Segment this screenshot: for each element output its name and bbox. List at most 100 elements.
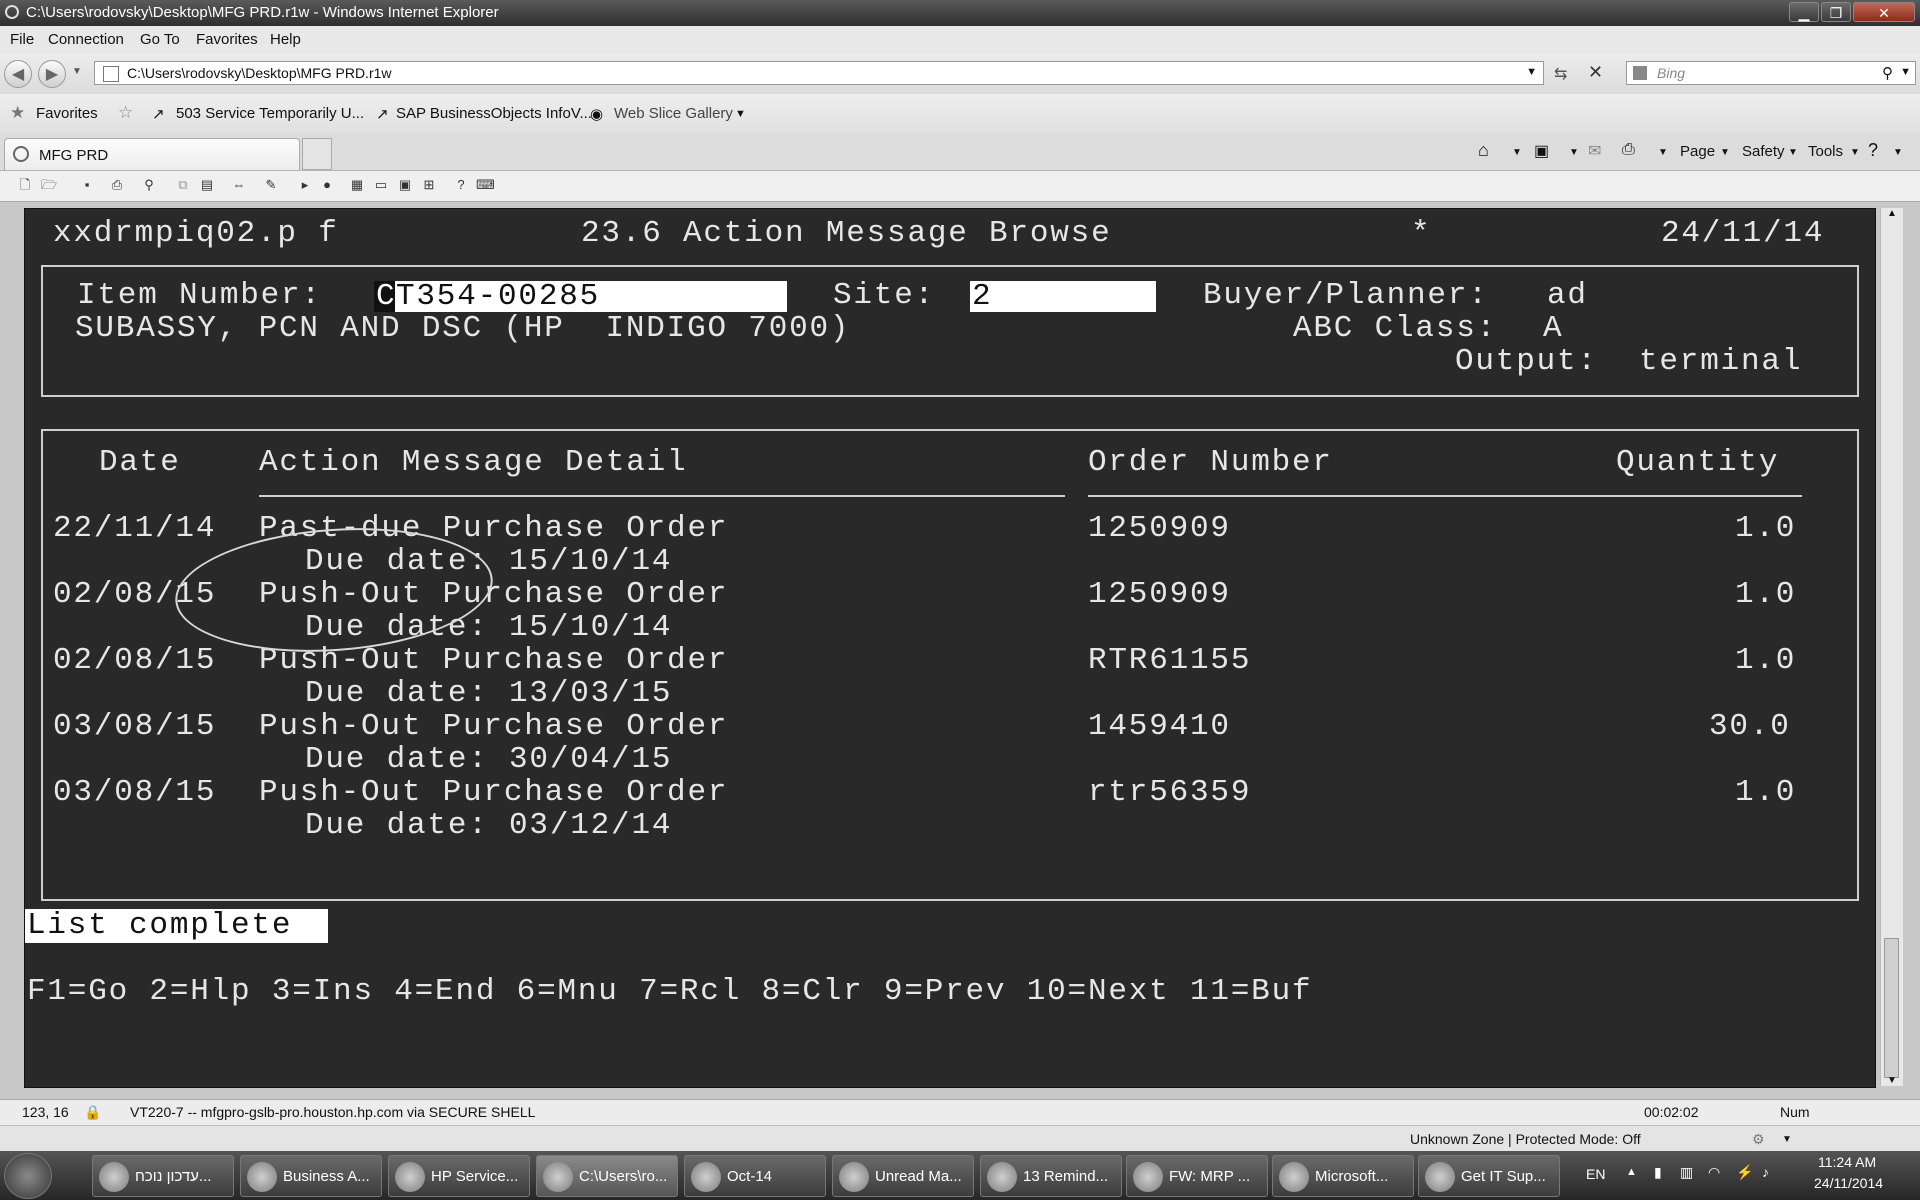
safety-menu[interactable]: Safety [1742, 143, 1785, 160]
address-bar[interactable]: C:\Users\rodovsky\Desktop\MFG PRD.r1w ▼ [94, 61, 1544, 85]
clock-date[interactable]: 24/11/2014 [1814, 1175, 1883, 1191]
minimize-button[interactable]: ▁ [1789, 2, 1819, 22]
row-order-number: RTR61155 [1088, 643, 1252, 678]
find-icon[interactable]: ⚲ [140, 177, 158, 193]
zoom-icon[interactable]: ⚙ [1752, 1131, 1765, 1148]
taskbar-item[interactable]: Business A... [240, 1155, 382, 1197]
taskbar-item[interactable]: Microsoft... [1272, 1155, 1414, 1197]
menu-help[interactable]: Help [270, 31, 301, 48]
scroll-up-icon[interactable]: ▲ [1887, 208, 1897, 219]
taskbar-item-active[interactable]: C:\Users\ro... [536, 1155, 678, 1197]
network-icon[interactable]: ▥ [1680, 1164, 1693, 1181]
volume-icon[interactable]: ♪ [1762, 1164, 1769, 1180]
back-button[interactable]: ◀ [4, 60, 32, 88]
record-icon[interactable]: ● [318, 177, 336, 193]
menu-file[interactable]: File [10, 31, 34, 48]
tab-title: MFG PRD [39, 147, 109, 164]
session-timer: 00:02:02 [1644, 1104, 1699, 1120]
chevron-down-icon[interactable]: ▼ [1658, 147, 1668, 158]
chevron-down-icon[interactable]: ▼ [735, 108, 746, 120]
refresh-icon[interactable]: ⇆ [1554, 64, 1567, 84]
paste-icon[interactable]: ▤ [198, 177, 216, 193]
keyboard-icon[interactable]: ⌨ [476, 177, 495, 193]
add-favorite-icon[interactable]: ☆ [118, 103, 133, 123]
wifi-icon[interactable]: ◠ [1708, 1164, 1720, 1181]
maximize-button[interactable]: ❐ [1821, 2, 1851, 22]
item-number-input[interactable]: C T354-00285 [374, 280, 787, 313]
row-date: 02/08/15 [53, 643, 217, 678]
close-button[interactable]: ✕ [1853, 2, 1915, 22]
new-tab-button[interactable] [302, 138, 332, 170]
open-file-icon[interactable]: 🗁 [40, 177, 58, 193]
search-icon[interactable]: ⚲ [1882, 64, 1893, 82]
help-icon[interactable]: ? [1868, 140, 1878, 161]
scroll-down-icon[interactable]: ▼ [1887, 1075, 1897, 1086]
edit-icon[interactable]: ✎ [262, 177, 280, 193]
taskbar-item[interactable]: עדכון נוכח... [92, 1155, 234, 1197]
taskbar-item[interactable]: Unread Ma... [832, 1155, 974, 1197]
mail-icon[interactable]: ✉ [1588, 141, 1601, 161]
home-icon[interactable]: ⌂ [1478, 140, 1489, 161]
battery-icon[interactable]: ▮ [1654, 1164, 1662, 1181]
play-icon[interactable]: ▸ [296, 177, 314, 193]
history-dropdown-icon[interactable]: ▼ [72, 66, 82, 77]
tab-mfg-prd[interactable]: MFG PRD [4, 138, 300, 170]
clock-time[interactable]: 11:24 AM [1818, 1154, 1876, 1170]
search-dropdown-icon[interactable]: ▼ [1900, 66, 1911, 78]
taskbar-item[interactable]: 13 Remind... [980, 1155, 1122, 1197]
forward-button[interactable]: ▶ [38, 60, 66, 88]
favorite-503-service[interactable]: 503 Service Temporarily U... [176, 105, 364, 122]
bing-icon [1633, 66, 1647, 80]
reminder-icon [987, 1162, 1017, 1192]
favorite-link-icon: ↗ [152, 106, 165, 123]
menu-favorites[interactable]: Favorites [196, 31, 258, 48]
menu-go-to[interactable]: Go To [140, 31, 180, 48]
chevron-down-icon[interactable]: ▼ [1512, 147, 1522, 158]
print-icon[interactable]: ⎙ [108, 177, 126, 193]
site-label: Site: [833, 278, 936, 313]
vertical-scrollbar[interactable]: ▲ ▼ [1880, 208, 1903, 1086]
ie-icon [395, 1162, 425, 1192]
page-icon [103, 66, 119, 82]
terminal-screen[interactable]: xxdrmpiq02.p f 23.6 Action Message Brows… [24, 208, 1876, 1088]
chevron-down-icon[interactable]: ▼ [1893, 147, 1903, 158]
copy-icon[interactable]: ⧉ [174, 177, 192, 193]
row-date: 03/08/15 [53, 775, 217, 810]
address-dropdown-icon[interactable]: ▼ [1526, 66, 1537, 78]
favorites-button[interactable]: Favorites [36, 105, 98, 122]
new-file-icon[interactable]: 🗋 [16, 177, 34, 193]
search-input[interactable]: Bing ⚲ ▼ [1626, 61, 1916, 85]
terminal-status-bar: 123, 16 🔒 VT220-7 -- mfgpro-gslb-pro.hou… [0, 1099, 1920, 1126]
chevron-down-icon[interactable]: ▼ [1569, 147, 1579, 158]
web-slice-gallery[interactable]: Web Slice Gallery [614, 105, 733, 122]
chevron-down-icon[interactable]: ▼ [1782, 1134, 1792, 1145]
context-help-icon[interactable]: ? [452, 177, 470, 193]
scroll-thumb[interactable] [1884, 938, 1899, 1078]
it-support-icon [1425, 1162, 1455, 1192]
taskbar-item[interactable]: Get IT Sup... [1418, 1155, 1560, 1197]
connect-icon[interactable]: ⇔ [230, 177, 248, 193]
favorite-sap-businessobjects[interactable]: SAP BusinessObjects InfoV... [396, 105, 592, 122]
taskbar-item[interactable]: HP Service... [388, 1155, 530, 1197]
taskbar-item[interactable]: FW: MRP ... [1126, 1155, 1268, 1197]
language-indicator[interactable]: EN [1586, 1166, 1605, 1182]
monitor-icon[interactable]: ▭ [372, 177, 390, 193]
print-icon[interactable]: ⎙ [1622, 141, 1635, 159]
tray-expand-icon[interactable]: ▲ [1626, 1166, 1637, 1178]
taskbar-item[interactable]: Oct-14 [684, 1155, 826, 1197]
buyer-planner-value: ad [1547, 278, 1588, 313]
start-button[interactable] [4, 1153, 52, 1199]
feeds-icon[interactable]: ▣ [1534, 141, 1549, 161]
page-menu[interactable]: Page [1680, 143, 1715, 160]
connection-info: VT220-7 -- mfgpro-gslb-pro.houston.hp.co… [130, 1104, 536, 1120]
window-icon[interactable]: ▦ [348, 177, 366, 193]
grid-icon[interactable]: ⊞ [420, 177, 438, 193]
save-icon[interactable]: ▪ [78, 177, 96, 193]
security-icon[interactable]: ⚡ [1736, 1164, 1753, 1181]
row-due-date: Due date: 13/03/15 [305, 676, 673, 711]
screen-icon[interactable]: ▣ [396, 177, 414, 193]
menu-connection[interactable]: Connection [48, 31, 124, 48]
tools-menu[interactable]: Tools [1808, 143, 1843, 160]
site-input[interactable]: 2 [970, 280, 1156, 313]
stop-icon[interactable]: ✕ [1588, 62, 1603, 83]
